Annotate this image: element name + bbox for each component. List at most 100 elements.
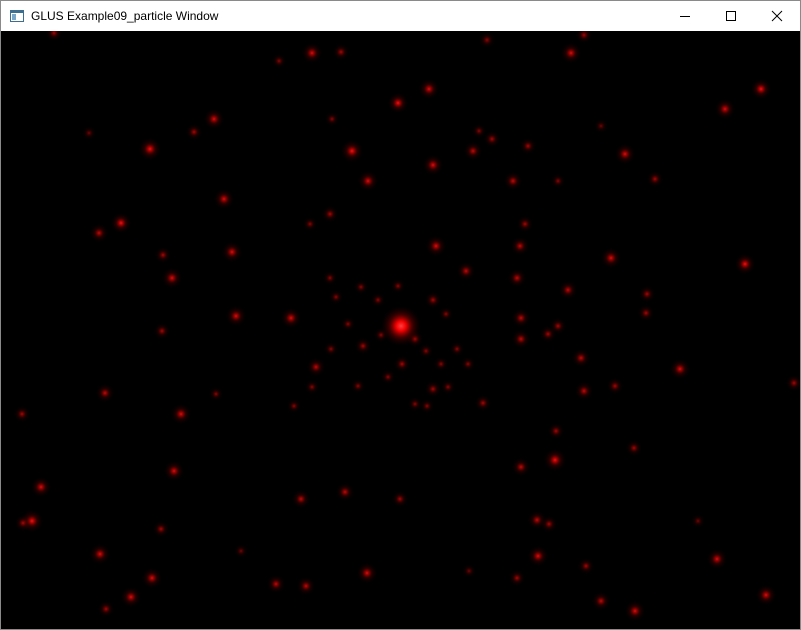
app-window: GLUS Example09_particle Window	[0, 0, 801, 630]
particle	[303, 217, 317, 231]
particle	[707, 549, 727, 569]
particle	[528, 546, 548, 566]
particle	[287, 399, 301, 413]
particle	[98, 601, 114, 617]
particle	[512, 330, 530, 348]
particle	[357, 563, 377, 583]
particle	[420, 399, 434, 413]
particle	[601, 248, 621, 268]
particle	[15, 515, 31, 531]
window-controls	[662, 1, 800, 31]
particle	[511, 237, 529, 255]
particle	[323, 271, 337, 285]
particle	[333, 44, 349, 60]
particle	[691, 514, 705, 528]
particle	[307, 358, 325, 376]
minimize-button[interactable]	[662, 1, 708, 31]
particle	[214, 189, 234, 209]
particle	[572, 349, 590, 367]
particle	[154, 323, 170, 339]
particle-emitter-core	[381, 306, 421, 346]
particle	[408, 397, 422, 411]
particle	[607, 378, 623, 394]
minimize-icon	[680, 16, 690, 17]
particle	[484, 131, 500, 147]
particle	[504, 172, 522, 190]
particle	[592, 592, 610, 610]
particle	[441, 380, 455, 394]
particle	[541, 516, 557, 532]
close-button[interactable]	[754, 1, 800, 31]
maximize-button[interactable]	[708, 1, 754, 31]
application-window-icon[interactable]	[9, 8, 25, 24]
particle	[419, 79, 439, 99]
particle	[508, 269, 526, 287]
particle	[544, 449, 566, 471]
particle	[561, 43, 581, 63]
particle	[520, 138, 536, 154]
particle	[626, 440, 642, 456]
particle	[90, 224, 108, 242]
particle	[341, 317, 355, 331]
particle	[186, 124, 202, 140]
particle	[164, 461, 184, 481]
particle	[354, 280, 368, 294]
particle	[512, 458, 530, 476]
particle	[559, 281, 577, 299]
particle	[540, 326, 556, 342]
particle	[82, 126, 96, 140]
close-icon	[771, 10, 783, 22]
particle	[423, 155, 443, 175]
particle	[381, 370, 395, 384]
particle	[204, 109, 224, 129]
particle	[462, 564, 476, 578]
particle	[715, 99, 735, 119]
particle	[425, 381, 441, 397]
particle	[281, 308, 301, 328]
particle	[325, 112, 339, 126]
particle	[426, 236, 446, 256]
particle	[425, 292, 441, 308]
particle	[90, 544, 110, 564]
particle	[647, 171, 663, 187]
window-title: GLUS Example09_particle Window	[31, 9, 219, 23]
particle	[305, 380, 319, 394]
particle	[142, 568, 162, 588]
particle	[578, 558, 594, 574]
particle	[267, 575, 285, 593]
particle	[121, 587, 141, 607]
particle	[479, 32, 495, 48]
particle	[388, 93, 408, 113]
particle	[751, 79, 771, 99]
particle	[322, 206, 338, 222]
particle	[419, 344, 433, 358]
particle	[391, 279, 405, 293]
title-bar[interactable]: GLUS Example09_particle Window	[1, 1, 800, 31]
particle	[594, 119, 608, 133]
particle	[639, 286, 655, 302]
particle	[461, 357, 475, 371]
particle	[139, 138, 161, 160]
particle	[336, 483, 354, 501]
particle	[302, 43, 322, 63]
particle	[670, 359, 690, 379]
particle	[153, 521, 169, 537]
particle	[292, 490, 310, 508]
particle	[358, 171, 378, 191]
particle-field	[1, 31, 800, 629]
particle	[517, 216, 533, 232]
particle	[464, 142, 482, 160]
particle	[14, 406, 30, 422]
particle	[297, 577, 315, 595]
particle	[341, 140, 363, 162]
particle	[351, 379, 365, 393]
particle	[475, 395, 491, 411]
particle	[324, 342, 338, 356]
particle	[209, 387, 223, 401]
render-viewport[interactable]	[1, 31, 800, 629]
particle	[111, 213, 131, 233]
particle	[171, 404, 191, 424]
particle	[735, 254, 755, 274]
maximize-icon	[726, 11, 736, 21]
particle	[512, 309, 530, 327]
